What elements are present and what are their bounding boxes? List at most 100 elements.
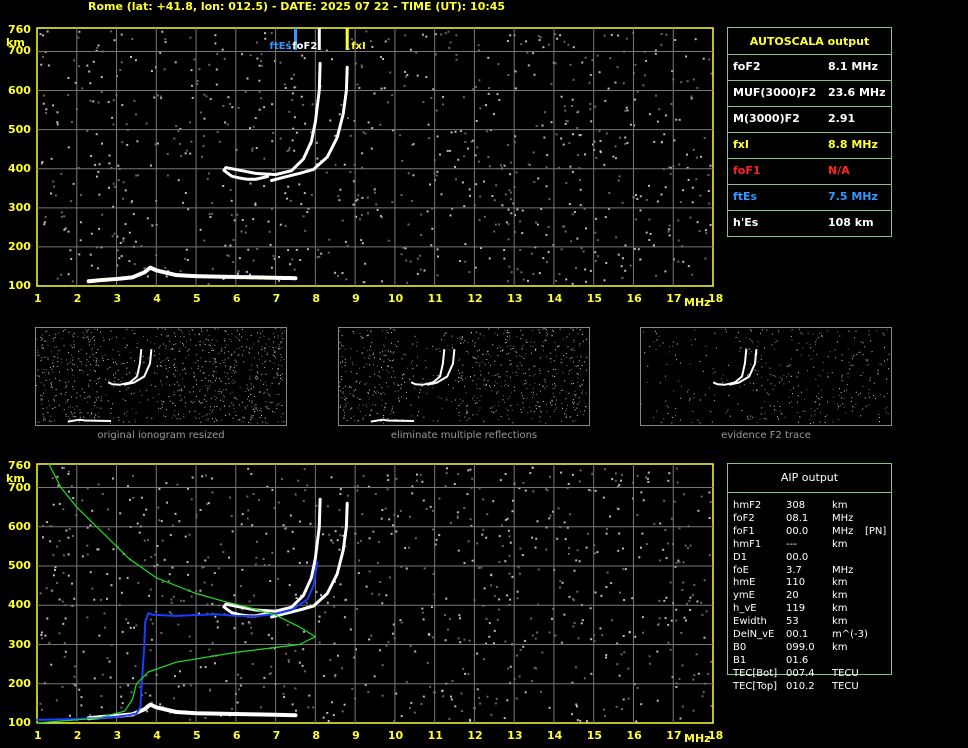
- x-tick-label: 15: [586, 729, 603, 742]
- x-tick-label: 14: [546, 292, 563, 305]
- autoscala-row-0: foF2 8.1 MHz: [728, 54, 891, 81]
- x-tick-label: 11: [427, 729, 443, 742]
- autoscala-param-value: N/A: [828, 164, 850, 177]
- y-unit-bottom: km: [6, 472, 25, 485]
- x-tick-label: 10: [387, 292, 404, 305]
- aip-unit: TECU: [832, 667, 859, 679]
- aip-value: 3.7: [786, 564, 802, 576]
- autoscala-row-6: h'Es 108 km: [728, 210, 891, 237]
- y-tick-label: 500: [8, 122, 31, 136]
- x-tick-label: 7: [272, 729, 281, 742]
- y-tick-label: 300: [8, 637, 31, 651]
- aip-value: ---: [786, 538, 797, 550]
- x-tick-label: 2: [73, 729, 82, 742]
- aip-value: 00.0: [786, 551, 809, 563]
- y-tick-label: 400: [8, 161, 31, 175]
- y-tick-label: 760: [8, 23, 31, 36]
- aip-value: 00.1: [786, 629, 809, 640]
- x-tick-label: 8: [312, 729, 320, 742]
- autoscala-param-name: fxI: [733, 138, 749, 151]
- x-tick-label: 1: [34, 292, 42, 305]
- aip-value: 20: [786, 590, 799, 602]
- autoscala-param-value: 8.8 MHz: [828, 138, 878, 151]
- x-unit-bottom: MHz: [684, 732, 711, 745]
- x-tick-label: 8: [312, 292, 320, 305]
- autoscala-param-value: 7.5 MHz: [828, 190, 878, 203]
- y-tick-label: 500: [8, 559, 31, 573]
- aip-value: 010.2: [786, 680, 815, 692]
- grid-top: [36, 27, 714, 287]
- autoscala-param-name: ftEs: [733, 190, 758, 203]
- y-tick-label: 600: [8, 83, 31, 97]
- aip-name: D1: [733, 551, 748, 563]
- aip-extra: [PN]: [865, 525, 887, 537]
- autoscala-row-2: M(3000)F2 2.91: [728, 106, 891, 133]
- thumb-caption-original: original ionogram resized: [97, 430, 225, 441]
- autoscala-param-name: foF1: [733, 164, 761, 177]
- marker-line-fxi: [345, 28, 349, 50]
- thumb-eliminate: [338, 327, 590, 426]
- y-tick-label: 100: [8, 716, 31, 729]
- x-tick-label: 13: [507, 729, 523, 742]
- aip-name: B0: [733, 641, 747, 653]
- autoscala-param-name: MUF(3000)F2: [733, 86, 817, 99]
- x-unit-top: MHz: [684, 296, 711, 309]
- aip-value: 53: [786, 616, 799, 628]
- aip-name: foF2: [733, 512, 755, 524]
- aip-name: TEC[Top]: [733, 680, 778, 692]
- x-tick-label: 16: [626, 729, 642, 742]
- x-tick-label: 6: [232, 292, 241, 305]
- grid-bot: [36, 463, 714, 724]
- x-tick-label: 6: [232, 729, 241, 742]
- thumb-caption-evidence: evidence F2 trace: [721, 430, 811, 441]
- y-tick-label: 100: [8, 279, 31, 292]
- autoscala-param-value: 8.1 MHz: [828, 60, 878, 73]
- x-tick-label: 3: [113, 292, 122, 305]
- aip-unit: km: [832, 603, 848, 615]
- x-tick-label: 7: [272, 292, 281, 305]
- autoscala-param-value: 2.91: [828, 112, 856, 125]
- trace-series-0: [86, 265, 298, 284]
- x-tick-label: 10: [387, 729, 404, 742]
- aip-name: foE: [733, 564, 749, 576]
- marker-label-ftes: ftEs: [270, 41, 292, 52]
- x-tick-label: 5: [193, 729, 201, 742]
- aip-name: hmF2: [733, 500, 762, 511]
- x-tick-label: 3: [113, 729, 122, 742]
- thumb-original: [35, 327, 287, 426]
- aip-value: 110: [786, 577, 806, 589]
- aip-unit: km: [832, 538, 848, 550]
- aip-unit: km: [832, 500, 848, 511]
- aip-name: hmE: [733, 577, 756, 589]
- aip-unit: TECU: [832, 680, 859, 692]
- x-tick-label: 14: [546, 729, 563, 742]
- marker-line-fof2: [317, 28, 321, 50]
- x-tick-label: 12: [467, 729, 483, 742]
- trace-series-1: [222, 497, 322, 618]
- x-tick-label: 1: [34, 729, 42, 742]
- y-tick-label: 400: [8, 598, 31, 612]
- x-tick-label: 17: [666, 292, 682, 305]
- x-tick-label: 4: [153, 292, 161, 305]
- x-tick-label: 15: [586, 292, 603, 305]
- aip-value: 119: [786, 603, 806, 615]
- aip-name: TEC[Bot]: [733, 667, 778, 679]
- trace-series-1: [222, 61, 322, 181]
- x-tick-label: 2: [73, 292, 82, 305]
- aip-title: AIP output: [728, 464, 891, 493]
- aip-value: 099.0: [786, 641, 815, 653]
- y-tick-label: 760: [8, 459, 31, 472]
- aip-name: foF1: [733, 525, 755, 537]
- x-tick-label: 13: [507, 292, 523, 305]
- thumb-caption-eliminate: eliminate multiple reflections: [390, 430, 538, 441]
- y-tick-label: 300: [8, 200, 31, 214]
- aip-name: DelN_vE: [733, 629, 775, 640]
- autoscala-row-5: ftEs 7.5 MHz: [728, 184, 891, 211]
- autoscala-row-3: fxI 8.8 MHz: [728, 132, 891, 159]
- aip-unit: km: [832, 616, 848, 628]
- aip-value: 01.6: [786, 654, 809, 666]
- autoscala-title: AUTOSCALA output: [749, 35, 870, 48]
- aip-name: B1: [733, 654, 747, 666]
- x-tick-label: 17: [666, 729, 682, 742]
- autoscala-row-4: foF1 N/A: [728, 158, 891, 185]
